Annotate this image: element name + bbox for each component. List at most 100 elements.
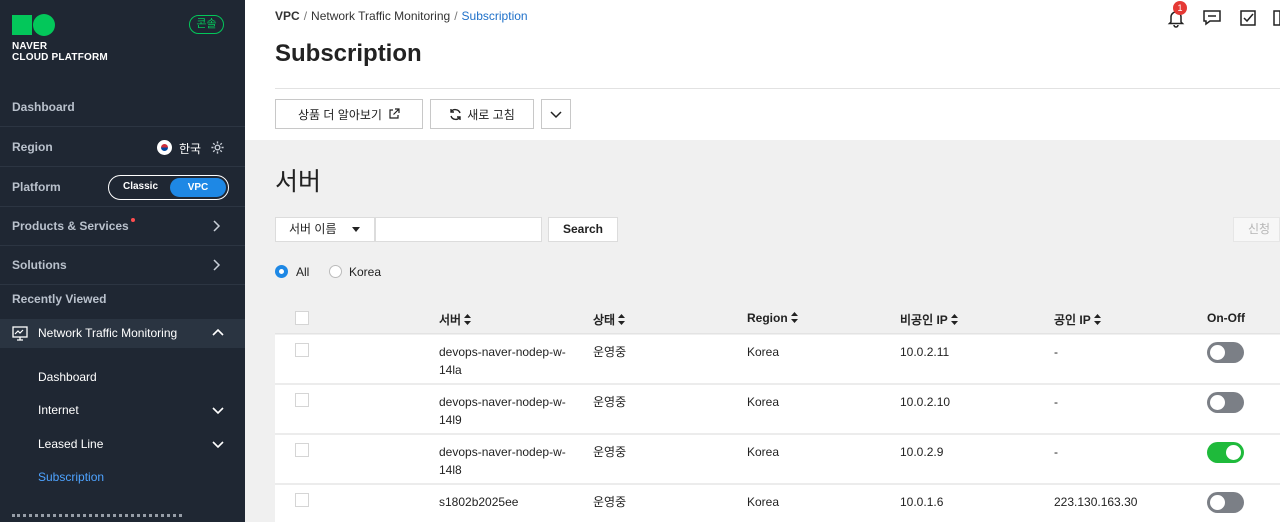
column-header-status[interactable]: 상태 bbox=[593, 311, 626, 328]
sidebar-item-dashboard[interactable]: Dashboard bbox=[0, 88, 245, 127]
gear-icon[interactable] bbox=[210, 140, 225, 155]
monitor-icon bbox=[12, 326, 28, 341]
korea-flag-icon bbox=[157, 140, 172, 155]
on-off-toggle[interactable] bbox=[1207, 492, 1244, 513]
cell-region: Korea bbox=[747, 495, 780, 509]
sidebar-truncated-item bbox=[12, 514, 182, 522]
row-checkbox[interactable] bbox=[295, 393, 309, 407]
cell-status: 운영중 bbox=[593, 395, 627, 409]
refresh-button[interactable]: 새로 고침 bbox=[430, 99, 534, 129]
sidebar-item-label: Products & Services bbox=[12, 219, 129, 233]
external-link-icon bbox=[389, 108, 400, 119]
cell-status: 운영중 bbox=[593, 345, 627, 359]
sidebar-subitem-internet[interactable]: Internet bbox=[38, 403, 79, 417]
cell-public-ip: - bbox=[1054, 345, 1058, 359]
table-row[interactable]: devops-naver-nodep-w- 14l9 운영중 Korea 10.0… bbox=[275, 385, 1280, 435]
cell-status: 운영중 bbox=[593, 445, 627, 459]
platform-toggle[interactable]: Classic VPC bbox=[108, 175, 229, 200]
breadcrumb: VPC / Network Traffic Monitoring / Subscript… bbox=[275, 9, 528, 23]
cell-region: Korea bbox=[747, 395, 780, 409]
radio-korea[interactable] bbox=[329, 265, 342, 278]
header-divider bbox=[275, 88, 1280, 89]
search-button[interactable]: Search bbox=[548, 217, 618, 242]
sidebar: NAVER CLOUD PLATFORM 콘솔 Dashboard Region… bbox=[0, 0, 245, 522]
platform-classic-option[interactable]: Classic bbox=[123, 181, 158, 192]
chevron-up-icon[interactable] bbox=[211, 326, 225, 340]
table-row[interactable]: s1802b2025ee 운영중 Korea 10.0.1.6 223.130.… bbox=[275, 485, 1280, 522]
search-input[interactable] bbox=[375, 217, 542, 242]
learn-more-button[interactable]: 상품 더 알아보기 bbox=[275, 99, 423, 129]
cell-server: s1802b2025ee bbox=[439, 495, 519, 509]
cell-server: devops-naver-nodep-w- 14l8 bbox=[439, 445, 566, 477]
refresh-icon bbox=[450, 108, 461, 120]
sort-icon bbox=[464, 314, 472, 325]
sort-icon bbox=[618, 314, 626, 325]
cell-private-ip: 10.0.2.10 bbox=[900, 395, 951, 409]
section-title: 서버 bbox=[275, 168, 322, 196]
on-off-toggle[interactable] bbox=[1207, 392, 1244, 413]
cell-private-ip: 10.0.2.11 bbox=[900, 345, 950, 359]
page-title: Subscription bbox=[275, 40, 422, 67]
sidebar-item-network-traffic-monitoring[interactable]: Network Traffic Monitoring bbox=[0, 319, 245, 348]
table-row[interactable]: devops-naver-nodep-w- 14la 운영중 Korea 10.0… bbox=[275, 335, 1280, 385]
row-checkbox[interactable] bbox=[295, 493, 309, 507]
cell-private-ip: 10.0.2.9 bbox=[900, 445, 944, 459]
console-badge[interactable]: 콘솔 bbox=[189, 15, 224, 34]
sort-icon bbox=[1093, 314, 1101, 325]
radio-korea-label: Korea bbox=[349, 265, 382, 279]
select-all-checkbox[interactable] bbox=[295, 311, 309, 325]
sidebar-platform-row: Platform Classic VPC bbox=[0, 168, 245, 207]
column-header-on-off: On-Off bbox=[1207, 311, 1245, 325]
column-header-server[interactable]: 서버 bbox=[439, 311, 472, 328]
chevron-down-icon[interactable] bbox=[211, 437, 225, 451]
column-header-private-ip[interactable]: 비공인 IP bbox=[900, 311, 958, 328]
chevron-down-icon[interactable] bbox=[211, 403, 225, 417]
naver-cloud-logo[interactable]: NAVER CLOUD PLATFORM bbox=[12, 14, 108, 63]
row-checkbox[interactable] bbox=[295, 343, 309, 357]
cell-public-ip: - bbox=[1054, 395, 1058, 409]
sidebar-item-label: Solutions bbox=[12, 258, 67, 272]
sidebar-subitem-leased-line[interactable]: Leased Line bbox=[38, 437, 103, 451]
cell-server: devops-naver-nodep-w- 14la bbox=[439, 345, 566, 377]
recently-viewed-title: Recently Viewed bbox=[12, 292, 107, 306]
column-header-region[interactable]: Region bbox=[747, 311, 798, 325]
breadcrumb-item[interactable]: Network Traffic Monitoring bbox=[311, 9, 450, 23]
on-off-toggle[interactable] bbox=[1207, 442, 1244, 463]
memo-icon[interactable] bbox=[1238, 8, 1258, 28]
sidebar-item-products[interactable]: Products & Services bbox=[0, 207, 245, 246]
platform-vpc-option[interactable]: VPC bbox=[170, 178, 226, 197]
logo-mark bbox=[12, 14, 108, 36]
logo-line-1: NAVER bbox=[12, 41, 48, 52]
region-value[interactable]: 한국 bbox=[179, 140, 201, 157]
main-area: VPC / Network Traffic Monitoring / Subscript… bbox=[245, 0, 1280, 522]
cell-public-ip: 223.130.163.30 bbox=[1054, 495, 1138, 509]
notification-count-badge: 1 bbox=[1173, 1, 1187, 15]
cell-public-ip: - bbox=[1054, 445, 1058, 459]
on-off-toggle[interactable] bbox=[1207, 342, 1244, 363]
sidebar-subitem-dashboard[interactable]: Dashboard bbox=[38, 370, 97, 384]
column-header-public-ip[interactable]: 공인 IP bbox=[1054, 311, 1101, 328]
menu-icon[interactable] bbox=[1271, 8, 1280, 28]
cell-status: 운영중 bbox=[593, 495, 627, 509]
radio-all[interactable] bbox=[275, 265, 288, 278]
sidebar-item-solutions[interactable]: Solutions bbox=[0, 246, 245, 285]
cell-region: Korea bbox=[747, 445, 780, 459]
cell-region: Korea bbox=[747, 345, 780, 359]
breadcrumb-current[interactable]: Subscription bbox=[462, 9, 528, 23]
row-checkbox[interactable] bbox=[295, 443, 309, 457]
chat-icon[interactable] bbox=[1202, 8, 1222, 28]
breadcrumb-item[interactable]: VPC bbox=[275, 9, 300, 23]
new-dot-icon bbox=[130, 218, 135, 222]
radio-all-label: All bbox=[296, 265, 310, 279]
sidebar-subitem-subscription[interactable]: Subscription bbox=[38, 470, 104, 484]
chevron-right-icon bbox=[213, 259, 221, 271]
caret-down-icon bbox=[352, 227, 360, 232]
sidebar-item-label: Dashboard bbox=[12, 100, 75, 114]
logo-line-2: CLOUD PLATFORM bbox=[12, 52, 108, 63]
table-row[interactable]: devops-naver-nodep-w- 14l8 운영중 Korea 10.0… bbox=[275, 435, 1280, 485]
refresh-label: 새로 고침 bbox=[467, 107, 515, 122]
sort-icon bbox=[790, 312, 798, 323]
apply-button[interactable]: 신청 bbox=[1233, 217, 1280, 242]
search-field-select[interactable]: 서버 이름 bbox=[275, 217, 375, 242]
more-dropdown-button[interactable] bbox=[541, 99, 571, 129]
